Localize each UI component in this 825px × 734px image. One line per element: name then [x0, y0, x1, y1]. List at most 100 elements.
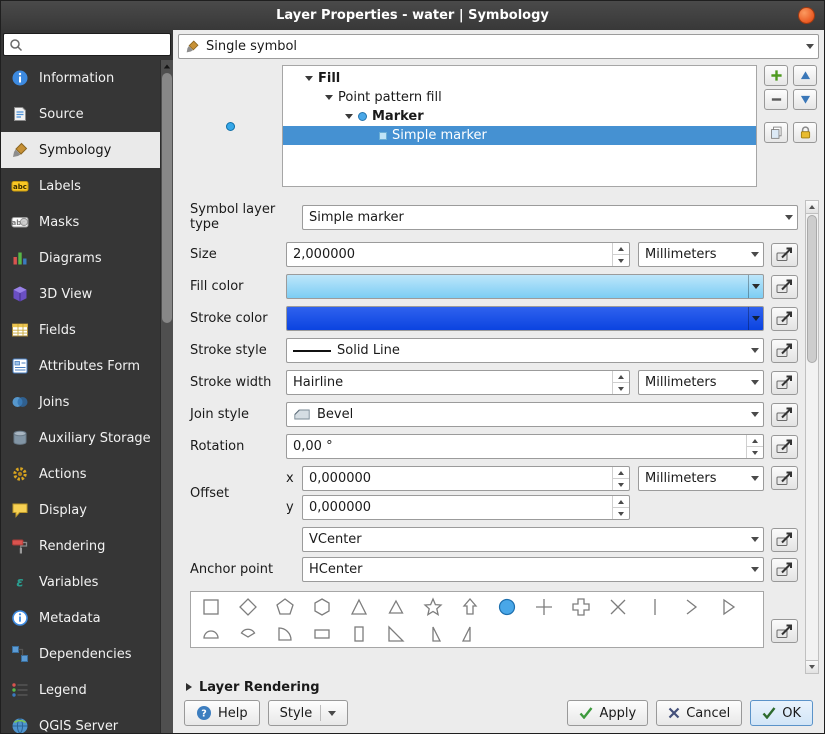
stroke-color-override-button[interactable]: [771, 306, 798, 331]
duplicate-symbol-layer-button[interactable]: [764, 122, 788, 143]
anchor-vertical-select[interactable]: VCenter: [302, 527, 764, 552]
dropdown-arrow-icon[interactable]: [748, 275, 763, 298]
spin-up-icon[interactable]: [613, 467, 629, 479]
marker-shape-third-circle[interactable]: [229, 620, 266, 647]
offset-x-input[interactable]: 0,000000: [302, 466, 630, 491]
offset-y-input[interactable]: 0,000000: [302, 495, 630, 520]
expander-icon[interactable]: [305, 76, 313, 81]
size-input[interactable]: 2,000000: [286, 242, 630, 267]
sidebar-item-attributes-form[interactable]: Attributes Form: [1, 348, 160, 384]
apply-button[interactable]: Apply: [567, 700, 649, 726]
marker-shape-arrow[interactable]: [451, 593, 488, 620]
renderer-select[interactable]: Single symbol: [178, 34, 819, 59]
stroke-width-unit-select[interactable]: Millimeters: [638, 370, 764, 395]
spin-down-icon[interactable]: [747, 447, 763, 458]
sidebar-item-fields[interactable]: Fields: [1, 312, 160, 348]
stroke-style-select[interactable]: Solid Line: [286, 338, 764, 363]
properties-scroll-track[interactable]: [806, 214, 818, 660]
marker-shape-filled-arrowhead[interactable]: [710, 593, 747, 620]
offset-override-button[interactable]: [771, 466, 798, 490]
properties-scrollbar[interactable]: [805, 200, 819, 674]
marker-shape-cross2[interactable]: [599, 593, 636, 620]
ok-button[interactable]: OK: [750, 700, 813, 726]
sidebar-item-joins[interactable]: Joins: [1, 384, 160, 420]
spin-down-icon[interactable]: [613, 383, 629, 394]
anchor-horizontal-override-button[interactable]: [771, 557, 798, 582]
sidebar-scroll-track[interactable]: [161, 73, 173, 733]
scroll-up-icon[interactable]: [161, 60, 173, 73]
spin-down-icon[interactable]: [613, 508, 629, 519]
sidebar-search-input[interactable]: [3, 33, 171, 56]
scroll-up-icon[interactable]: [806, 201, 818, 214]
marker-shape-semi-circle[interactable]: [192, 620, 229, 647]
anchor-vertical-override-button[interactable]: [771, 527, 798, 552]
marker-shape-half-square[interactable]: [303, 620, 340, 647]
join-style-override-button[interactable]: [771, 402, 798, 427]
marker-shape-right-half-triangle[interactable]: [414, 620, 451, 647]
stroke-color-button[interactable]: [286, 306, 764, 331]
style-button[interactable]: Style: [267, 700, 349, 726]
marker-shape-cross[interactable]: [525, 593, 562, 620]
sidebar-scrollbar[interactable]: [160, 60, 173, 733]
symbol-layer-tree[interactable]: Fill Point pattern fill Marker Simple ma…: [282, 65, 757, 187]
join-style-select[interactable]: Bevel: [286, 402, 764, 427]
spin-up-icon[interactable]: [747, 435, 763, 447]
close-icon[interactable]: [798, 7, 815, 24]
marker-shape-star[interactable]: [414, 593, 451, 620]
marker-shape-line[interactable]: [636, 593, 673, 620]
stroke-style-override-button[interactable]: [771, 338, 798, 363]
sidebar-item-auxiliary-storage[interactable]: Auxiliary Storage: [1, 420, 160, 456]
shape-override-button[interactable]: [771, 619, 798, 643]
dropdown-arrow-icon[interactable]: [320, 705, 337, 721]
marker-shape-diamond[interactable]: [229, 593, 266, 620]
spin-down-icon[interactable]: [613, 255, 629, 266]
remove-symbol-layer-button[interactable]: [764, 89, 788, 110]
marker-shape-diagonal-half-square[interactable]: [377, 620, 414, 647]
sidebar-item-rendering[interactable]: Rendering: [1, 528, 160, 564]
stroke-width-input[interactable]: Hairline: [286, 370, 630, 395]
spin-up-icon[interactable]: [613, 496, 629, 508]
symbol-layer-type-select[interactable]: Simple marker: [302, 204, 798, 230]
spin-down-icon[interactable]: [613, 479, 629, 490]
spin-up-icon[interactable]: [613, 371, 629, 383]
tree-item-fill[interactable]: Fill: [283, 69, 756, 88]
lock-colors-button[interactable]: [793, 122, 817, 143]
move-down-button[interactable]: [793, 89, 817, 110]
sidebar-item-metadata[interactable]: Metadata: [1, 600, 160, 636]
tree-item-point-pattern-fill[interactable]: Point pattern fill: [283, 88, 756, 107]
fill-color-button[interactable]: [286, 274, 764, 299]
layer-rendering-header[interactable]: Layer Rendering: [178, 676, 819, 698]
dropdown-arrow-icon[interactable]: [748, 307, 763, 330]
rotation-input[interactable]: 0,00 °: [286, 434, 764, 459]
scroll-down-icon[interactable]: [806, 660, 818, 673]
cancel-button[interactable]: Cancel: [656, 700, 743, 726]
expander-icon[interactable]: [325, 95, 333, 100]
sidebar-item-display[interactable]: Display: [1, 492, 160, 528]
marker-shape-equilateral-triangle[interactable]: [377, 593, 414, 620]
marker-shape-circle[interactable]: [488, 593, 525, 620]
rotation-override-button[interactable]: [771, 434, 798, 459]
sidebar-item-dependencies[interactable]: Dependencies: [1, 636, 160, 672]
sidebar-item-labels[interactable]: abc Labels: [1, 168, 160, 204]
tree-item-simple-marker[interactable]: Simple marker: [283, 126, 756, 145]
move-up-button[interactable]: [793, 65, 817, 86]
expander-icon[interactable]: [345, 114, 353, 119]
sidebar-item-legend[interactable]: Legend: [1, 672, 160, 708]
sidebar-item-qgis-server[interactable]: QGIS Server: [1, 708, 160, 733]
sidebar-item-symbology[interactable]: Symbology: [1, 132, 160, 168]
help-button[interactable]: ? Help: [184, 700, 260, 726]
marker-shape-pentagon[interactable]: [266, 593, 303, 620]
marker-shape-triangle[interactable]: [340, 593, 377, 620]
sidebar-item-variables[interactable]: ε Variables: [1, 564, 160, 600]
marker-shape-hexagon[interactable]: [303, 593, 340, 620]
anchor-horizontal-select[interactable]: HCenter: [302, 557, 764, 582]
marker-shape-square[interactable]: [192, 593, 229, 620]
size-override-button[interactable]: [771, 242, 798, 267]
sidebar-item-actions[interactable]: Actions: [1, 456, 160, 492]
marker-shape-arrowhead[interactable]: [673, 593, 710, 620]
offset-unit-select[interactable]: Millimeters: [638, 466, 764, 491]
properties-scroll-thumb[interactable]: [807, 215, 817, 363]
sidebar-item-masks[interactable]: abc Masks: [1, 204, 160, 240]
fill-color-override-button[interactable]: [771, 274, 798, 299]
sidebar-item-3d-view[interactable]: 3D View: [1, 276, 160, 312]
